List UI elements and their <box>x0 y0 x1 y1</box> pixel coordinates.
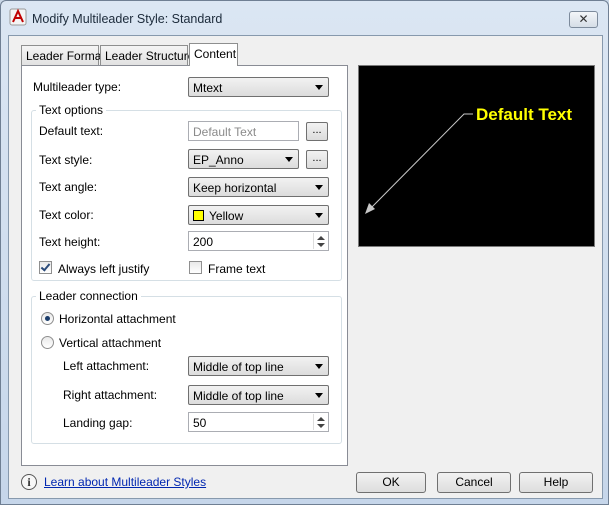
window-title: Modify Multileader Style: Standard <box>32 12 223 26</box>
tab-leader-structure[interactable]: Leader Structure <box>100 45 194 66</box>
text-color-label: Text color: <box>39 208 94 222</box>
info-icon: i <box>21 474 37 490</box>
default-text-label: Default text: <box>39 124 104 138</box>
text-style-label: Text style: <box>39 153 93 167</box>
vertical-attachment-label: Vertical attachment <box>59 336 162 350</box>
radio-selected-icon <box>45 316 50 321</box>
right-attachment-dropdown[interactable]: Middle of top line <box>188 385 329 405</box>
multileader-type-label: Multileader type: <box>33 80 122 94</box>
title-bar[interactable]: Modify Multileader Style: Standard ✕ <box>1 1 608 35</box>
chevron-down-icon <box>315 185 323 190</box>
preview-pane: Default Text <box>358 65 595 247</box>
dialog-window: Modify Multileader Style: Standard ✕ Lea… <box>0 0 609 505</box>
always-left-justify-label: Always left justify <box>58 262 150 276</box>
chevron-down-icon <box>315 393 323 398</box>
always-left-justify-checkbox[interactable] <box>39 261 52 274</box>
chevron-down-icon <box>315 364 323 369</box>
frame-text-label: Frame text <box>208 262 266 276</box>
text-height-stepper[interactable]: 200 <box>188 231 329 251</box>
ok-button[interactable]: OK <box>356 472 426 493</box>
yellow-swatch-icon <box>193 210 204 221</box>
help-button[interactable]: Help <box>519 472 593 493</box>
checkmark-icon <box>40 261 51 272</box>
frame-text-checkbox[interactable] <box>189 261 202 274</box>
tab-content[interactable]: Content <box>189 43 238 66</box>
preview-text: Default Text <box>476 105 572 124</box>
leader-line <box>368 113 473 211</box>
multileader-type-dropdown[interactable]: Mtext <box>188 77 329 97</box>
chevron-down-icon <box>315 213 323 218</box>
leader-connection-title: Leader connection <box>36 289 141 303</box>
text-angle-label: Text angle: <box>39 180 98 194</box>
text-angle-dropdown[interactable]: Keep horizontal <box>188 177 329 197</box>
close-icon: ✕ <box>578 12 589 26</box>
content-tab-panel: Multileader type: Mtext Text options Def… <box>21 65 348 466</box>
landing-gap-stepper[interactable]: 50 <box>188 412 329 432</box>
arrowhead-icon <box>365 203 375 214</box>
tab-leader-format[interactable]: Leader Format <box>21 45 105 66</box>
dialog-client: Leader Format Leader Structure Content M… <box>8 35 603 499</box>
left-attachment-dropdown[interactable]: Middle of top line <box>188 356 329 376</box>
leader-preview-drawing: Default Text <box>365 105 572 214</box>
close-button[interactable]: ✕ <box>569 11 598 28</box>
left-attachment-label: Left attachment: <box>63 359 150 373</box>
text-style-dropdown[interactable]: EP_Anno <box>188 149 299 169</box>
text-style-browse-button[interactable]: ... <box>306 150 328 169</box>
horizontal-attachment-label: Horizontal attachment <box>59 312 176 326</box>
text-options-title: Text options <box>36 103 107 117</box>
default-text-browse-button[interactable]: ... <box>306 122 328 141</box>
landing-gap-label: Landing gap: <box>63 416 133 430</box>
autocad-a-icon <box>9 8 27 26</box>
learn-multileader-styles-link[interactable]: Learn about Multileader Styles <box>44 475 206 489</box>
text-height-label: Text height: <box>39 235 101 249</box>
spinner-arrows-icon[interactable] <box>313 414 327 430</box>
text-color-dropdown[interactable]: Yellow <box>188 205 329 225</box>
vertical-attachment-radio[interactable] <box>41 336 54 349</box>
right-attachment-label: Right attachment: <box>63 388 158 402</box>
chevron-down-icon <box>285 157 293 162</box>
default-text-field[interactable]: Default Text <box>188 121 299 141</box>
cancel-button[interactable]: Cancel <box>437 472 511 493</box>
horizontal-attachment-radio[interactable] <box>41 312 54 325</box>
chevron-down-icon <box>315 85 323 90</box>
spinner-arrows-icon[interactable] <box>313 233 327 249</box>
